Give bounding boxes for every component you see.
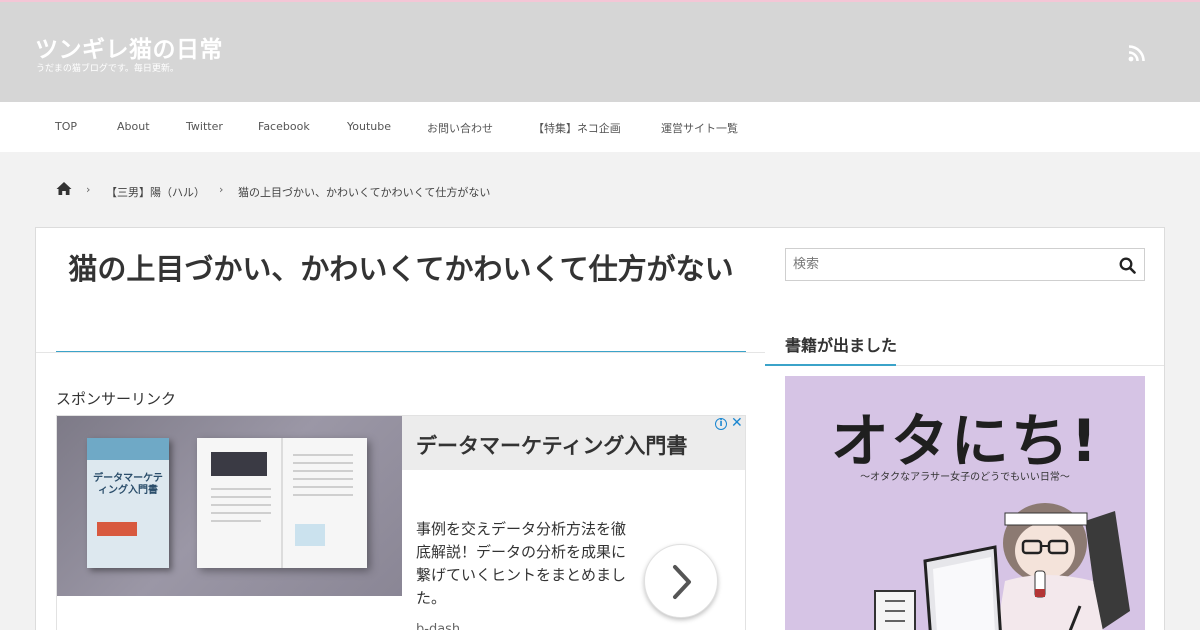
ad-next-button[interactable]	[644, 544, 718, 618]
search-input[interactable]	[786, 249, 1106, 280]
ad-brand[interactable]: b-dash	[416, 622, 460, 630]
book-banner[interactable]: オタにち! 〜オタクなアラサー女子のどうでもいい日常〜	[785, 376, 1145, 630]
book-logo: オタにち!	[830, 407, 1100, 475]
breadcrumb-category[interactable]: 【三男】陽（ハル）	[106, 184, 205, 200]
nav-item-about[interactable]: About	[117, 120, 150, 133]
search-icon[interactable]	[1119, 257, 1136, 274]
home-icon[interactable]	[56, 181, 72, 196]
site-title[interactable]: ツンギレ猫の日常	[35, 30, 223, 64]
nav-item-contact[interactable]: お問い合わせ	[427, 120, 493, 136]
close-icon[interactable]: ✕	[731, 416, 743, 430]
breadcrumb-current: 猫の上目づかい、かわいくてかわいくて仕方がない	[238, 186, 491, 199]
ad-headline[interactable]: データマーケティング入門書	[416, 430, 687, 460]
info-icon[interactable]: i	[715, 418, 727, 430]
nav-item-top[interactable]: TOP	[55, 120, 77, 133]
ad-headline-bar[interactable]: データマーケティング入門書	[402, 416, 745, 470]
nav-item-twitter[interactable]: Twitter	[186, 120, 223, 133]
breadcrumb-separator: ›	[219, 183, 224, 196]
chevron-right-icon	[673, 565, 691, 599]
sponsor-label: スポンサーリンク	[56, 390, 177, 408]
breadcrumb: › 【三男】陽（ハル） › 猫の上目づかい、かわいくてかわいくて仕方がない	[0, 152, 1200, 227]
book-illustration	[874, 503, 1130, 630]
widget-title: 書籍が出ました	[785, 336, 898, 355]
article: 猫の上目づかい、かわいくてかわいくて仕方がない スポンサーリンク データマーケテ…	[35, 227, 766, 630]
global-nav: TOP About Twitter Facebook Youtube お問い合わ…	[0, 102, 1200, 152]
nav-item-facebook[interactable]: Facebook	[258, 120, 310, 133]
sidebar: 書籍が出ました オタにち! 〜オタクなアラサー女子のどうでもいい日常〜	[765, 227, 1165, 630]
ad-book-cover: データマーケティング入門書	[87, 438, 169, 568]
ad-book-cover-text: データマーケティング入門書	[93, 473, 163, 496]
post-title: 猫の上目づかい、かわいくてかわいくて仕方がない	[68, 252, 734, 286]
nav-item-sites[interactable]: 運営サイト一覧	[661, 120, 738, 136]
divider	[36, 352, 765, 353]
ad-book-spread	[197, 438, 367, 568]
site-description: うだまの猫ブログです。毎日更新。	[36, 64, 179, 74]
search-box	[785, 248, 1145, 281]
rss-icon[interactable]	[1128, 44, 1146, 62]
breadcrumb-separator: ›	[86, 183, 91, 196]
nav-item-feature[interactable]: 【特集】ネコ企画	[533, 120, 621, 136]
site-header: ツンギレ猫の日常 うだまの猫ブログです。毎日更新。	[0, 0, 1200, 102]
ad-unit[interactable]: データマーケティング入門書 データマーケティング入門書 i ✕ 事例を交えデータ…	[56, 415, 746, 630]
widget-title-accent	[765, 364, 896, 366]
title-accent-rule	[56, 351, 746, 352]
ad-image[interactable]: データマーケティング入門書	[57, 416, 402, 596]
nav-item-youtube[interactable]: Youtube	[347, 120, 391, 133]
ad-body[interactable]: 事例を交えデータ分析方法を徹底解説！データの分析を成果に繋げていくヒントをまとめ…	[416, 518, 626, 610]
